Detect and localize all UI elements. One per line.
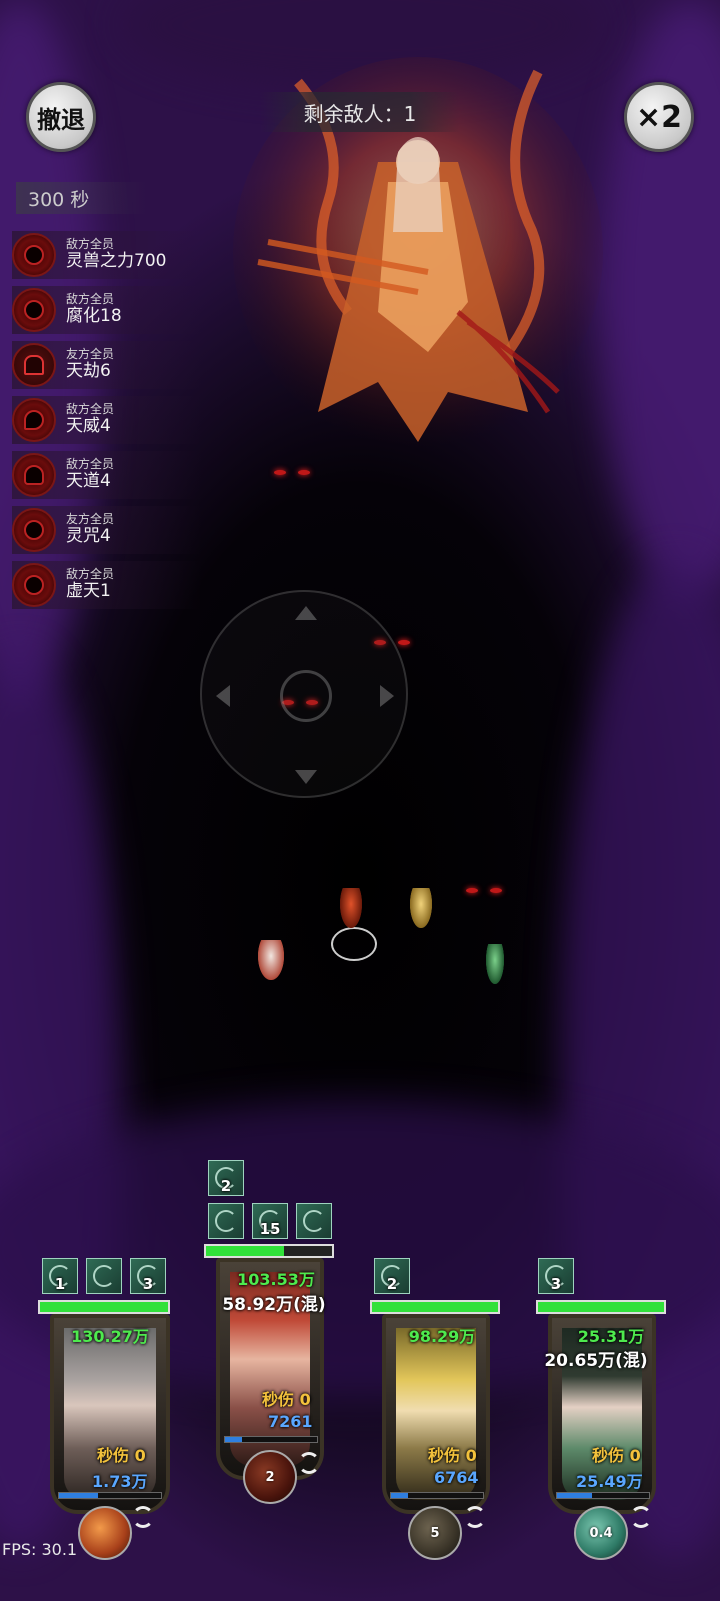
buff-name: 天劫6	[66, 361, 111, 382]
buff-scope: 敌方全员	[66, 457, 115, 472]
skill-leaf-icon[interactable]	[86, 1258, 122, 1294]
mana-value: 25.49万	[576, 1472, 643, 1491]
dps-value: 秒伤 0	[428, 1446, 477, 1465]
swap-icon[interactable]	[630, 1506, 652, 1528]
skill-rooster-icon[interactable]: 2	[208, 1160, 244, 1196]
virtual-joystick[interactable]	[200, 590, 408, 798]
swap-icon[interactable]	[132, 1506, 154, 1528]
buff-item[interactable]: 敌方全员 虚天1	[12, 561, 202, 609]
ultimate-orb[interactable]	[78, 1506, 132, 1560]
storm-cloud-icon	[12, 343, 56, 387]
hp-fill	[372, 1302, 498, 1312]
skill-count: 15	[259, 1220, 281, 1238]
hp-bar	[38, 1300, 170, 1314]
buff-scope: 敌方全员	[66, 237, 115, 252]
skill-figure-icon[interactable]: 1	[42, 1258, 78, 1294]
ultimate-orb[interactable]: 0.4	[574, 1506, 628, 1560]
demon-mask-icon	[12, 233, 56, 277]
skill-rooster-icon[interactable]: 2	[374, 1258, 410, 1294]
skill-spirit-icon[interactable]: 15	[252, 1203, 288, 1239]
hp-fill	[206, 1246, 285, 1256]
mana-fill	[391, 1493, 408, 1498]
mana-value: 6764	[434, 1468, 479, 1487]
hp-bar	[536, 1300, 666, 1314]
buff-scope: 友方全员	[66, 347, 115, 362]
mana-fill	[59, 1493, 98, 1498]
joystick-left-arrow-icon	[216, 685, 230, 707]
hp-fill	[40, 1302, 168, 1312]
demon-mask-icon	[12, 288, 56, 332]
hero-unit-red[interactable]	[340, 888, 362, 928]
mixed-damage-value: 20.65万(混)	[544, 1351, 648, 1371]
buff-item[interactable]: 友方全员 灵咒4	[12, 506, 202, 554]
buff-scope: 友方全员	[66, 512, 115, 527]
buff-name: 虚天1	[66, 581, 111, 602]
hero-unit-white[interactable]	[258, 940, 284, 980]
mixed-damage-value: 58.92万(混)	[222, 1295, 326, 1315]
skill-count: 3	[550, 1275, 562, 1293]
mana-fill	[225, 1437, 242, 1442]
joystick-up-arrow-icon	[295, 606, 317, 620]
skill-leaf-icon[interactable]	[296, 1203, 332, 1239]
fps-counter: FPS: 30.1	[2, 1540, 78, 1559]
buff-scope: 敌方全员	[66, 402, 115, 417]
mana-fill	[557, 1493, 592, 1498]
joystick-right-arrow-icon	[380, 685, 394, 707]
hero-unit-gold[interactable]	[410, 888, 432, 928]
ultimate-orb[interactable]: 5	[408, 1506, 462, 1560]
mana-value: 1.73万	[92, 1472, 148, 1491]
retreat-button[interactable]: 撤退	[26, 82, 96, 152]
dragon-icon	[12, 398, 56, 442]
buff-item[interactable]: 敌方全员 天道4	[12, 451, 202, 499]
skill-count: 1	[54, 1275, 66, 1293]
hp-value: 98.29万	[408, 1327, 476, 1346]
skill-rooster-icon[interactable]: 3	[538, 1258, 574, 1294]
buff-item[interactable]: 敌方全员 腐化18	[12, 286, 202, 334]
joystick-down-arrow-icon	[295, 770, 317, 784]
skill-rooster-icon[interactable]: 3	[130, 1258, 166, 1294]
buff-item[interactable]: 友方全员 天劫6	[12, 341, 202, 389]
skill-count: 2	[386, 1275, 398, 1293]
mana-value: 7261	[268, 1412, 313, 1431]
mana-bar	[58, 1492, 162, 1499]
swap-icon[interactable]	[464, 1506, 486, 1528]
shadow-enemy-eyes	[464, 886, 504, 896]
skill-spirit-icon[interactable]	[208, 1203, 244, 1239]
swap-icon[interactable]	[298, 1452, 320, 1474]
buff-scope: 敌方全员	[66, 567, 115, 582]
joystick-thumb[interactable]	[280, 670, 332, 722]
speed-toggle-button[interactable]: ×2	[624, 82, 694, 152]
hp-value: 25.31万	[577, 1327, 645, 1346]
mana-bar	[556, 1492, 650, 1499]
buff-name: 腐化18	[66, 306, 122, 327]
hp-bar	[370, 1300, 500, 1314]
buff-name: 灵兽之力700	[66, 251, 167, 272]
dps-value: 秒伤 0	[97, 1446, 146, 1465]
hero-unit-green[interactable]	[486, 944, 504, 984]
buff-item[interactable]: 敌方全员 灵兽之力700	[12, 231, 202, 279]
buff-scope: 敌方全员	[66, 292, 115, 307]
flame-demon-icon	[12, 453, 56, 497]
shadow-enemy-eyes	[272, 468, 312, 478]
hp-value: 103.53万	[237, 1270, 315, 1289]
buff-name: 灵咒4	[66, 526, 111, 547]
hp-fill	[538, 1302, 664, 1312]
skill-count: 2	[220, 1177, 232, 1195]
mana-bar	[390, 1492, 484, 1499]
buff-name: 天道4	[66, 471, 111, 492]
buff-name: 天威4	[66, 416, 111, 437]
buff-item[interactable]: 敌方全员 天威4	[12, 396, 202, 444]
enemies-remaining: 剩余敌人：1	[260, 92, 460, 132]
skill-count: 3	[142, 1275, 154, 1293]
ultimate-orb[interactable]: 2	[243, 1450, 297, 1504]
demon-mask-icon	[12, 508, 56, 552]
dps-value: 秒伤 0	[262, 1390, 311, 1409]
selection-ring	[331, 927, 377, 961]
demon-mask-icon	[12, 563, 56, 607]
hp-value: 130.27万	[71, 1327, 149, 1346]
battle-timer: 300 秒	[16, 182, 146, 214]
dps-value: 秒伤 0	[592, 1446, 641, 1465]
hp-bar	[204, 1244, 334, 1258]
mana-bar	[224, 1436, 318, 1443]
